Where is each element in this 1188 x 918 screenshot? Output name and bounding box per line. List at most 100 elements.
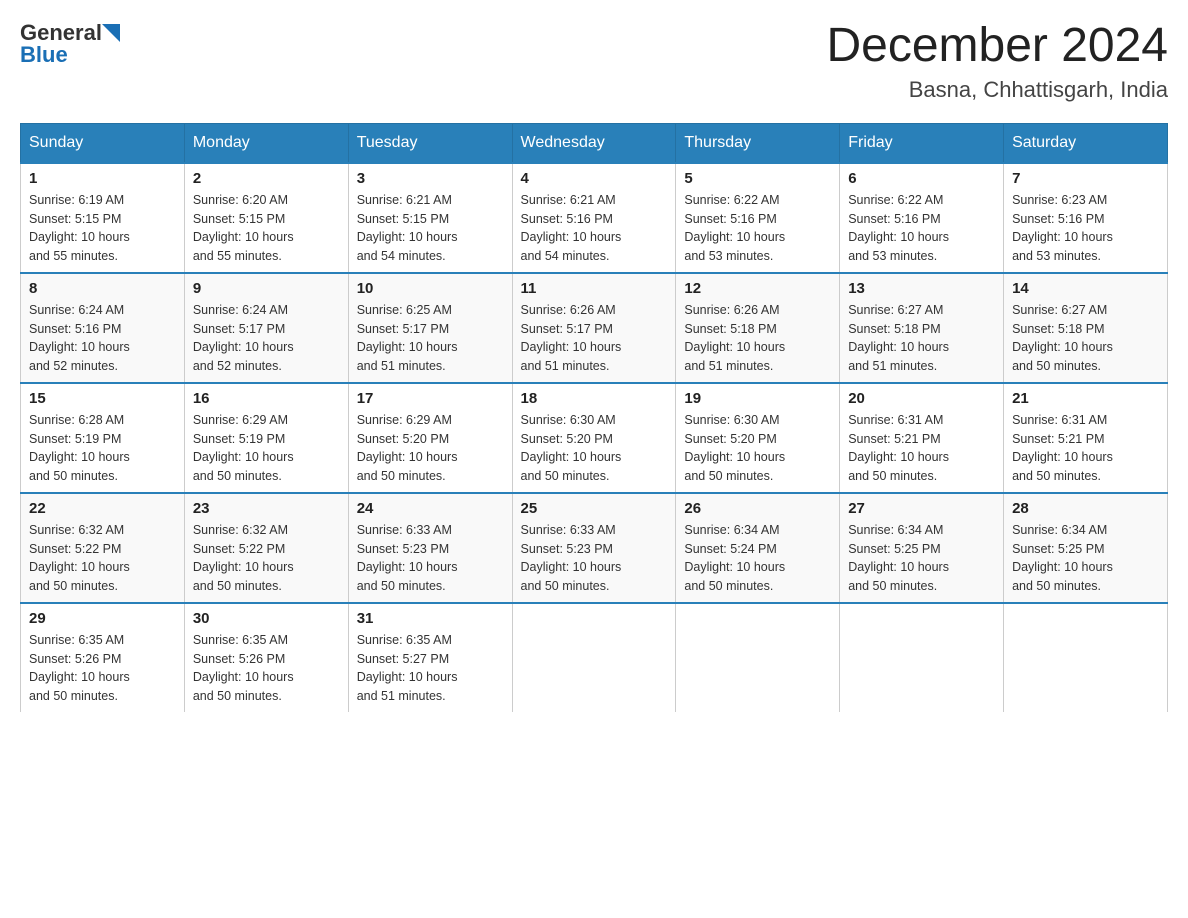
- day-info: Sunrise: 6:34 AM Sunset: 5:25 PM Dayligh…: [1012, 521, 1159, 596]
- header-monday: Monday: [184, 123, 348, 163]
- header-saturday: Saturday: [1004, 123, 1168, 163]
- calendar-cell: 22 Sunrise: 6:32 AM Sunset: 5:22 PM Dayl…: [21, 493, 185, 603]
- day-info: Sunrise: 6:28 AM Sunset: 5:19 PM Dayligh…: [29, 411, 176, 486]
- header-wednesday: Wednesday: [512, 123, 676, 163]
- title-block: December 2024 Basna, Chhattisgarh, India: [826, 20, 1168, 103]
- calendar-week-4: 22 Sunrise: 6:32 AM Sunset: 5:22 PM Dayl…: [21, 493, 1168, 603]
- day-info: Sunrise: 6:22 AM Sunset: 5:16 PM Dayligh…: [848, 191, 995, 266]
- day-number: 18: [521, 390, 668, 407]
- day-number: 1: [29, 170, 176, 187]
- page-header: General Blue December 2024 Basna, Chhatt…: [20, 20, 1168, 103]
- day-number: 20: [848, 390, 995, 407]
- calendar-cell: 7 Sunrise: 6:23 AM Sunset: 5:16 PM Dayli…: [1004, 163, 1168, 273]
- header-tuesday: Tuesday: [348, 123, 512, 163]
- calendar-cell: 20 Sunrise: 6:31 AM Sunset: 5:21 PM Dayl…: [840, 383, 1004, 493]
- calendar-cell: 9 Sunrise: 6:24 AM Sunset: 5:17 PM Dayli…: [184, 273, 348, 383]
- day-info: Sunrise: 6:29 AM Sunset: 5:20 PM Dayligh…: [357, 411, 504, 486]
- day-number: 4: [521, 170, 668, 187]
- day-info: Sunrise: 6:26 AM Sunset: 5:17 PM Dayligh…: [521, 301, 668, 376]
- day-number: 22: [29, 500, 176, 517]
- day-info: Sunrise: 6:30 AM Sunset: 5:20 PM Dayligh…: [521, 411, 668, 486]
- calendar-cell: 21 Sunrise: 6:31 AM Sunset: 5:21 PM Dayl…: [1004, 383, 1168, 493]
- calendar-week-2: 8 Sunrise: 6:24 AM Sunset: 5:16 PM Dayli…: [21, 273, 1168, 383]
- day-info: Sunrise: 6:19 AM Sunset: 5:15 PM Dayligh…: [29, 191, 176, 266]
- day-number: 16: [193, 390, 340, 407]
- day-info: Sunrise: 6:24 AM Sunset: 5:16 PM Dayligh…: [29, 301, 176, 376]
- calendar-cell: [676, 603, 840, 712]
- day-info: Sunrise: 6:27 AM Sunset: 5:18 PM Dayligh…: [1012, 301, 1159, 376]
- calendar-cell: [840, 603, 1004, 712]
- calendar-cell: 4 Sunrise: 6:21 AM Sunset: 5:16 PM Dayli…: [512, 163, 676, 273]
- calendar-cell: 24 Sunrise: 6:33 AM Sunset: 5:23 PM Dayl…: [348, 493, 512, 603]
- day-number: 15: [29, 390, 176, 407]
- day-number: 27: [848, 500, 995, 517]
- day-info: Sunrise: 6:21 AM Sunset: 5:16 PM Dayligh…: [521, 191, 668, 266]
- calendar-cell: 6 Sunrise: 6:22 AM Sunset: 5:16 PM Dayli…: [840, 163, 1004, 273]
- day-info: Sunrise: 6:25 AM Sunset: 5:17 PM Dayligh…: [357, 301, 504, 376]
- calendar-cell: 31 Sunrise: 6:35 AM Sunset: 5:27 PM Dayl…: [348, 603, 512, 712]
- day-info: Sunrise: 6:23 AM Sunset: 5:16 PM Dayligh…: [1012, 191, 1159, 266]
- calendar-cell: 16 Sunrise: 6:29 AM Sunset: 5:19 PM Dayl…: [184, 383, 348, 493]
- day-info: Sunrise: 6:30 AM Sunset: 5:20 PM Dayligh…: [684, 411, 831, 486]
- calendar-cell: 14 Sunrise: 6:27 AM Sunset: 5:18 PM Dayl…: [1004, 273, 1168, 383]
- day-number: 24: [357, 500, 504, 517]
- calendar-cell: 18 Sunrise: 6:30 AM Sunset: 5:20 PM Dayl…: [512, 383, 676, 493]
- day-info: Sunrise: 6:35 AM Sunset: 5:27 PM Dayligh…: [357, 631, 504, 706]
- calendar-cell: 26 Sunrise: 6:34 AM Sunset: 5:24 PM Dayl…: [676, 493, 840, 603]
- calendar-cell: 3 Sunrise: 6:21 AM Sunset: 5:15 PM Dayli…: [348, 163, 512, 273]
- calendar-cell: 25 Sunrise: 6:33 AM Sunset: 5:23 PM Dayl…: [512, 493, 676, 603]
- day-number: 13: [848, 280, 995, 297]
- day-number: 17: [357, 390, 504, 407]
- calendar-cell: 23 Sunrise: 6:32 AM Sunset: 5:22 PM Dayl…: [184, 493, 348, 603]
- calendar-cell: 1 Sunrise: 6:19 AM Sunset: 5:15 PM Dayli…: [21, 163, 185, 273]
- day-number: 23: [193, 500, 340, 517]
- calendar-cell: 15 Sunrise: 6:28 AM Sunset: 5:19 PM Dayl…: [21, 383, 185, 493]
- month-title: December 2024: [826, 20, 1168, 73]
- day-number: 8: [29, 280, 176, 297]
- calendar-week-5: 29 Sunrise: 6:35 AM Sunset: 5:26 PM Dayl…: [21, 603, 1168, 712]
- header-thursday: Thursday: [676, 123, 840, 163]
- day-info: Sunrise: 6:32 AM Sunset: 5:22 PM Dayligh…: [29, 521, 176, 596]
- day-info: Sunrise: 6:21 AM Sunset: 5:15 PM Dayligh…: [357, 191, 504, 266]
- logo-blue-text: Blue: [20, 42, 68, 68]
- calendar-cell: 8 Sunrise: 6:24 AM Sunset: 5:16 PM Dayli…: [21, 273, 185, 383]
- logo-triangle-icon: [102, 24, 120, 42]
- calendar-cell: 17 Sunrise: 6:29 AM Sunset: 5:20 PM Dayl…: [348, 383, 512, 493]
- day-number: 30: [193, 610, 340, 627]
- day-info: Sunrise: 6:35 AM Sunset: 5:26 PM Dayligh…: [193, 631, 340, 706]
- day-info: Sunrise: 6:33 AM Sunset: 5:23 PM Dayligh…: [357, 521, 504, 596]
- day-number: 31: [357, 610, 504, 627]
- day-number: 10: [357, 280, 504, 297]
- calendar-header-row: Sunday Monday Tuesday Wednesday Thursday…: [21, 123, 1168, 163]
- header-sunday: Sunday: [21, 123, 185, 163]
- day-info: Sunrise: 6:31 AM Sunset: 5:21 PM Dayligh…: [1012, 411, 1159, 486]
- day-number: 3: [357, 170, 504, 187]
- calendar-cell: [1004, 603, 1168, 712]
- day-number: 2: [193, 170, 340, 187]
- day-info: Sunrise: 6:24 AM Sunset: 5:17 PM Dayligh…: [193, 301, 340, 376]
- day-info: Sunrise: 6:27 AM Sunset: 5:18 PM Dayligh…: [848, 301, 995, 376]
- day-number: 9: [193, 280, 340, 297]
- day-info: Sunrise: 6:29 AM Sunset: 5:19 PM Dayligh…: [193, 411, 340, 486]
- calendar-week-3: 15 Sunrise: 6:28 AM Sunset: 5:19 PM Dayl…: [21, 383, 1168, 493]
- calendar-cell: 5 Sunrise: 6:22 AM Sunset: 5:16 PM Dayli…: [676, 163, 840, 273]
- day-info: Sunrise: 6:32 AM Sunset: 5:22 PM Dayligh…: [193, 521, 340, 596]
- location-title: Basna, Chhattisgarh, India: [826, 77, 1168, 103]
- day-number: 26: [684, 500, 831, 517]
- header-friday: Friday: [840, 123, 1004, 163]
- day-number: 5: [684, 170, 831, 187]
- day-number: 28: [1012, 500, 1159, 517]
- calendar-table: Sunday Monday Tuesday Wednesday Thursday…: [20, 123, 1168, 712]
- calendar-cell: 13 Sunrise: 6:27 AM Sunset: 5:18 PM Dayl…: [840, 273, 1004, 383]
- calendar-cell: [512, 603, 676, 712]
- logo: General Blue: [20, 20, 120, 68]
- calendar-cell: 10 Sunrise: 6:25 AM Sunset: 5:17 PM Dayl…: [348, 273, 512, 383]
- day-number: 7: [1012, 170, 1159, 187]
- day-number: 21: [1012, 390, 1159, 407]
- day-number: 25: [521, 500, 668, 517]
- day-number: 19: [684, 390, 831, 407]
- calendar-week-1: 1 Sunrise: 6:19 AM Sunset: 5:15 PM Dayli…: [21, 163, 1168, 273]
- day-number: 6: [848, 170, 995, 187]
- calendar-cell: 12 Sunrise: 6:26 AM Sunset: 5:18 PM Dayl…: [676, 273, 840, 383]
- calendar-cell: 11 Sunrise: 6:26 AM Sunset: 5:17 PM Dayl…: [512, 273, 676, 383]
